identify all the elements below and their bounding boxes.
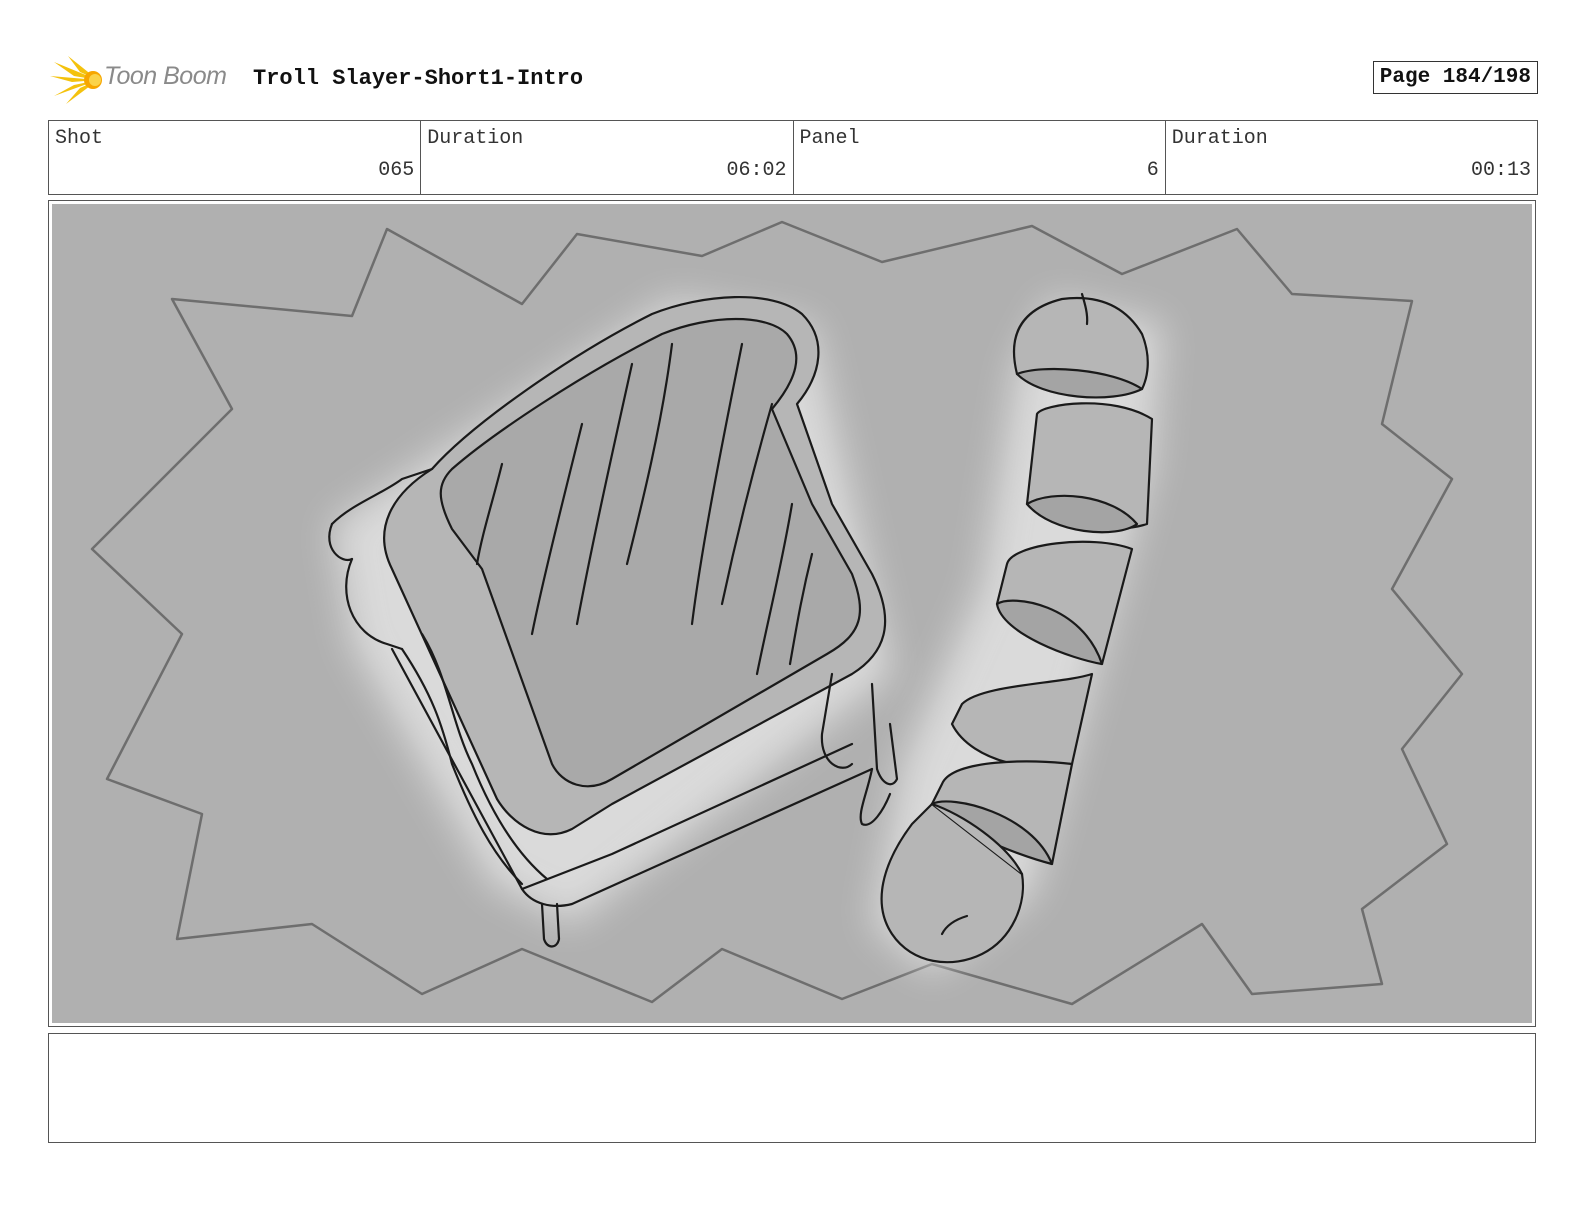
shot-value: 065 <box>378 159 415 182</box>
project-title: Troll Slayer-Short1-Intro <box>253 66 584 91</box>
panel-label: Panel <box>799 127 860 150</box>
toon-boom-logo: Toon Boom <box>48 52 238 108</box>
shot-cell: Shot 065 <box>49 121 422 194</box>
shot-duration-cell: Duration 06:02 <box>421 121 794 194</box>
panel-notes-box[interactable] <box>48 1033 1536 1143</box>
panel-cell: Panel 6 <box>794 121 1166 194</box>
shot-duration-value: 06:02 <box>726 159 787 182</box>
panel-sketch <box>90 220 1464 1006</box>
panel-duration-cell: Duration 00:13 <box>1166 121 1537 194</box>
shot-info-row: Shot 065 Duration 06:02 Panel 6 Duration… <box>48 120 1538 195</box>
starburst-logo-icon <box>50 56 102 104</box>
page-number: Page 184/198 <box>1372 61 1538 94</box>
panel-duration-value: 00:13 <box>1470 159 1531 182</box>
logo-text: Toon Boom <box>104 62 227 90</box>
storyboard-panel-image <box>52 204 1532 1023</box>
shot-duration-label: Duration <box>427 127 524 150</box>
panel-value: 6 <box>1146 159 1159 182</box>
shot-label: Shot <box>55 127 104 150</box>
panel-duration-label: Duration <box>1171 127 1268 150</box>
storyboard-panel-frame <box>48 200 1536 1027</box>
page-header: Toon Boom Troll Slayer-Short1-Intro Page… <box>48 52 1538 108</box>
